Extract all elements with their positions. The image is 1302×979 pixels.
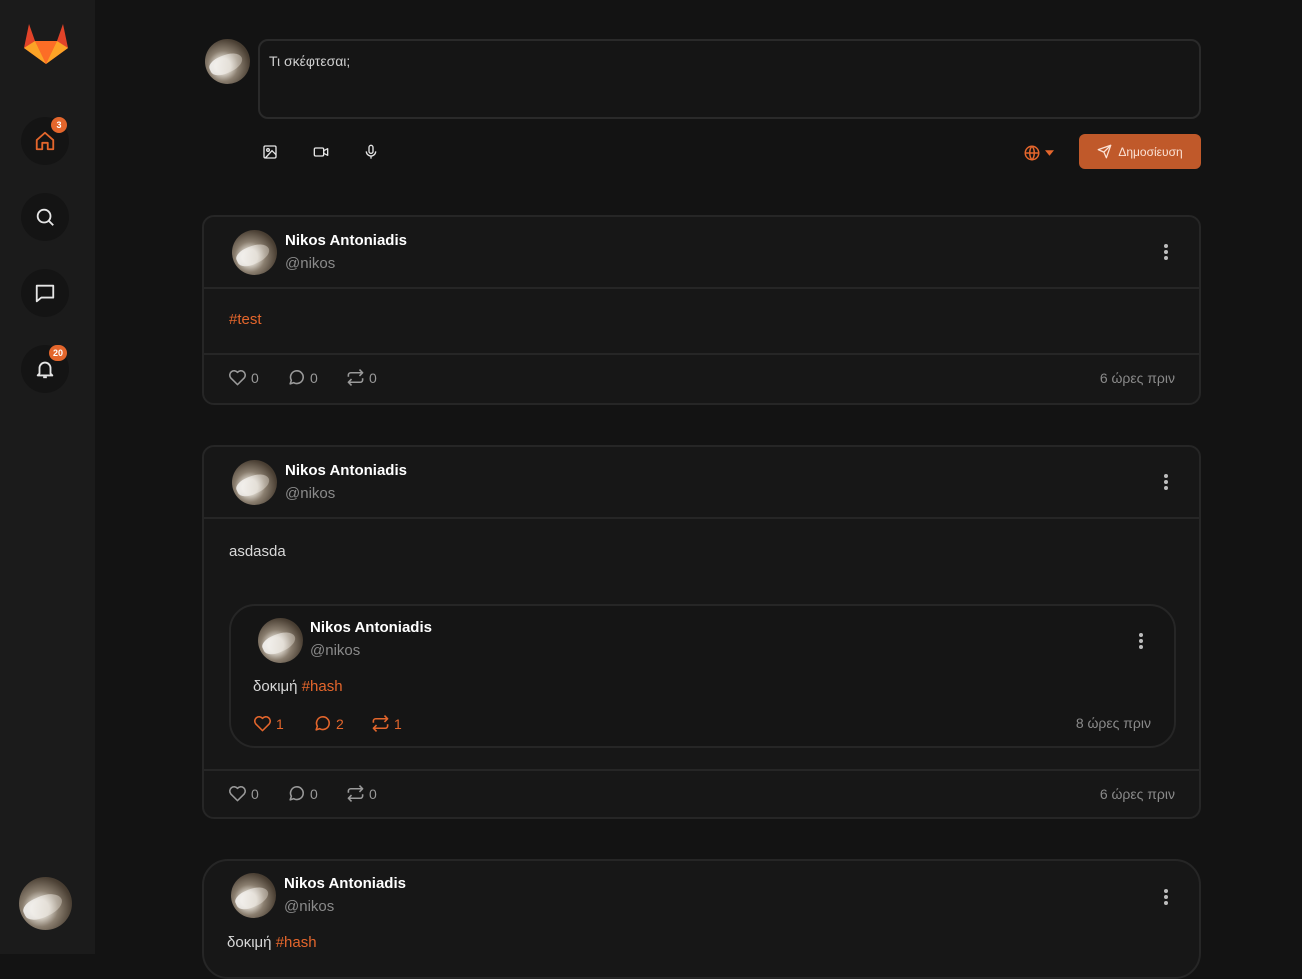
repost-button[interactable]: 0 — [346, 368, 377, 387]
add-image-button[interactable] — [259, 141, 281, 163]
comment-icon — [289, 786, 304, 801]
heart-icon — [254, 715, 271, 732]
hashtag-link[interactable]: #hash — [276, 934, 317, 951]
like-count: 0 — [251, 369, 259, 386]
comment-count: 0 — [310, 369, 318, 386]
more-options-icon[interactable] — [1163, 889, 1169, 907]
repost-count: 0 — [369, 785, 377, 802]
caret-down-icon — [1045, 150, 1054, 156]
post-author-avatar[interactable] — [231, 873, 276, 918]
quoted-timestamp[interactable]: 8 ώρες πριν — [1076, 715, 1151, 731]
like-button[interactable]: 0 — [228, 368, 259, 387]
post-timestamp[interactable]: 6 ώρες πριν — [1100, 370, 1175, 386]
like-count: 0 — [251, 785, 259, 802]
comment-count: 0 — [310, 785, 318, 802]
post-card: Nikos Antoniadis @nikos δοκιμή #hash — [202, 859, 1201, 979]
post-text: δοκιμή — [227, 934, 272, 951]
repost-icon — [347, 785, 364, 802]
post-author-avatar[interactable] — [232, 460, 277, 505]
nav-search-button[interactable] — [21, 193, 69, 241]
repost-count: 1 — [394, 715, 402, 732]
post-footer: 0 0 0 6 ώρες πριν — [204, 353, 1199, 401]
more-options-icon[interactable] — [1163, 244, 1169, 262]
sidebar: 3 20 — [0, 0, 95, 954]
composer-avatar — [205, 39, 250, 84]
video-icon — [313, 147, 329, 157]
repost-icon — [372, 715, 389, 732]
composer-input[interactable]: Τι σκέφτεσαι; — [258, 39, 1201, 119]
microphone-icon — [365, 144, 377, 159]
post-header: Nikos Antoniadis @nikos — [204, 217, 1199, 289]
message-icon — [35, 284, 55, 303]
send-icon — [1097, 144, 1112, 159]
post-card: Nikos Antoniadis @nikos asdasda Nikos An… — [202, 445, 1201, 819]
comment-button[interactable]: 2 — [313, 714, 344, 733]
search-icon — [36, 208, 54, 226]
more-options-icon[interactable] — [1138, 633, 1144, 651]
quoted-author-avatar[interactable] — [258, 618, 303, 663]
comment-count: 2 — [336, 715, 344, 732]
post-author-handle[interactable]: @nikos — [285, 485, 335, 502]
like-button[interactable]: 1 — [253, 714, 284, 733]
repost-icon — [347, 369, 364, 386]
quoted-author-name[interactable]: Nikos Antoniadis — [310, 619, 432, 636]
post-author-handle[interactable]: @nikos — [285, 255, 335, 272]
post-author-name[interactable]: Nikos Antoniadis — [285, 232, 407, 249]
bell-icon — [36, 361, 54, 379]
nav-messages-button[interactable] — [21, 269, 69, 317]
like-button[interactable]: 0 — [228, 784, 259, 803]
comment-icon — [315, 716, 330, 731]
post-body: δοκιμή #hash — [227, 934, 317, 951]
add-video-button[interactable] — [310, 141, 332, 163]
hashtag-link[interactable]: #test — [229, 311, 262, 328]
image-icon — [263, 145, 277, 159]
post-author-name[interactable]: Nikos Antoniadis — [284, 875, 406, 892]
repost-button[interactable]: 0 — [346, 784, 377, 803]
quoted-post[interactable]: Nikos Antoniadis @nikos δοκιμή #hash 1 2… — [229, 604, 1176, 748]
composer-placeholder: Τι σκέφτεσαι; — [269, 53, 351, 69]
post-body: #test — [204, 289, 1199, 353]
user-avatar[interactable] — [19, 877, 72, 930]
more-options-icon[interactable] — [1163, 474, 1169, 492]
add-audio-button[interactable] — [360, 141, 382, 163]
home-icon — [35, 131, 55, 151]
gitlab-logo-icon[interactable] — [22, 21, 70, 65]
post-author-handle[interactable]: @nikos — [284, 898, 334, 915]
globe-icon — [1024, 145, 1040, 161]
repost-count: 0 — [369, 369, 377, 386]
quoted-author-handle[interactable]: @nikos — [310, 642, 360, 659]
post-text: asdasda — [229, 543, 286, 560]
post-author-avatar[interactable] — [232, 230, 277, 275]
hashtag-link[interactable]: #hash — [302, 678, 343, 695]
like-count: 1 — [276, 715, 284, 732]
post-timestamp[interactable]: 6 ώρες πριν — [1100, 786, 1175, 802]
nav-notifications-button[interactable]: 20 — [21, 345, 69, 393]
quoted-text: δοκιμή #hash — [253, 678, 343, 695]
publish-button[interactable]: Δημοσίευση — [1079, 134, 1201, 169]
comment-button[interactable]: 0 — [287, 784, 318, 803]
post-author-name[interactable]: Nikos Antoniadis — [285, 462, 407, 479]
nav-home-button[interactable]: 3 — [21, 117, 69, 165]
visibility-dropdown[interactable] — [1023, 143, 1059, 163]
comment-button[interactable]: 0 — [287, 368, 318, 387]
post-header: Nikos Antoniadis @nikos — [204, 447, 1199, 519]
heart-icon — [229, 785, 246, 802]
publish-label: Δημοσίευση — [1118, 144, 1183, 159]
post-body: asdasda Nikos Antoniadis @nikos δοκιμή #… — [204, 519, 1199, 769]
heart-icon — [229, 369, 246, 386]
home-badge: 3 — [51, 117, 67, 133]
quoted-text-content: δοκιμή — [253, 678, 298, 695]
comment-icon — [289, 370, 304, 385]
post-footer: 0 0 0 6 ώρες πριν — [204, 769, 1199, 817]
repost-button[interactable]: 1 — [371, 714, 402, 733]
post-header: Nikos Antoniadis @nikos — [204, 861, 1199, 933]
notifications-badge: 20 — [48, 345, 67, 361]
post-card: Nikos Antoniadis @nikos #test 0 0 0 6 ώρ… — [202, 215, 1201, 405]
